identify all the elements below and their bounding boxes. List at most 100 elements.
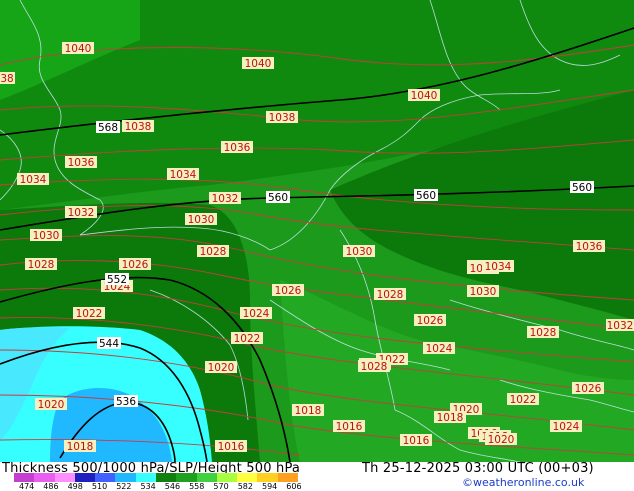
height-label: 560 — [414, 189, 438, 202]
isobar-label: 38 — [0, 72, 15, 85]
isobar-label: 1034 — [167, 168, 199, 181]
svg-text:1038: 1038 — [269, 112, 296, 124]
svg-text:536: 536 — [116, 396, 136, 408]
svg-text:1032: 1032 — [607, 320, 634, 332]
isobar-label: 1036 — [573, 240, 605, 253]
svg-text:1022: 1022 — [76, 308, 103, 320]
isobar-label: 1036 — [221, 141, 253, 154]
legend-swatch — [14, 473, 35, 482]
svg-text:1028: 1028 — [377, 289, 404, 301]
svg-text:1026: 1026 — [275, 285, 302, 297]
isobar-label: 1018 — [434, 411, 466, 424]
legend-swatch — [74, 473, 96, 482]
isobar-label: 1026 — [414, 314, 446, 327]
credit-link[interactable]: ©weatheronline.co.uk — [462, 476, 584, 489]
svg-text:1036: 1036 — [576, 241, 603, 253]
isobar-label: 1020 — [35, 398, 67, 411]
svg-text:1018: 1018 — [437, 412, 464, 424]
isobar-label: 1030 — [30, 229, 62, 242]
svg-text:1030: 1030 — [346, 246, 373, 258]
isobar-label: 1034 — [482, 260, 514, 273]
isobar-label: 1018 — [292, 404, 324, 417]
svg-text:1018: 1018 — [295, 405, 322, 417]
svg-text:1028: 1028 — [200, 246, 227, 258]
isobar-label: 1028 — [527, 326, 559, 339]
svg-text:1040: 1040 — [65, 43, 92, 55]
svg-text:1028: 1028 — [530, 327, 557, 339]
isobar-label: 1028 — [374, 288, 406, 301]
weather-map: 1040 1040 1040 38 1038 1038 1036 1036 10… — [0, 0, 634, 463]
svg-text:1034: 1034 — [20, 174, 47, 186]
height-label: 560 — [570, 181, 594, 194]
legend-swatch — [135, 473, 156, 482]
legend-swatch — [196, 473, 217, 482]
legend-swatch — [115, 473, 136, 482]
isobar-label: 1030 — [467, 285, 499, 298]
svg-text:38: 38 — [0, 73, 13, 85]
svg-text:1020: 1020 — [488, 434, 515, 446]
isobar-label: 1024 — [240, 307, 272, 320]
isobar-label: 1028 — [197, 245, 229, 258]
height-label: 560 — [266, 191, 290, 204]
color-legend — [14, 473, 298, 482]
svg-text:1024: 1024 — [426, 343, 453, 355]
svg-text:1038: 1038 — [125, 121, 152, 133]
isobar-label: 1016 — [400, 434, 432, 447]
svg-text:1020: 1020 — [38, 399, 65, 411]
height-label: 552 — [105, 273, 129, 286]
legend-swatch — [34, 473, 55, 482]
svg-text:560: 560 — [416, 190, 436, 202]
isobar-label: 1032 — [209, 192, 241, 205]
svg-text:1022: 1022 — [510, 394, 537, 406]
svg-text:1026: 1026 — [575, 383, 602, 395]
legend-swatch — [155, 473, 177, 482]
svg-text:552: 552 — [107, 274, 127, 286]
map-footer: Thickness 500/1000 hPa/SLP/Height 500 hP… — [0, 461, 634, 491]
svg-text:1032: 1032 — [212, 193, 239, 205]
svg-text:1028: 1028 — [361, 361, 388, 373]
height-label: 544 — [97, 337, 121, 350]
svg-text:1034: 1034 — [170, 169, 197, 181]
isobar-label: 1040 — [242, 57, 274, 70]
svg-text:1030: 1030 — [33, 230, 60, 242]
svg-text:1030: 1030 — [188, 214, 215, 226]
isobar-label: 1028 — [358, 360, 390, 373]
svg-text:1040: 1040 — [411, 90, 438, 102]
svg-text:1016: 1016 — [218, 441, 245, 453]
legend-swatch — [176, 473, 197, 482]
legend-swatch — [216, 473, 238, 482]
legend-swatch — [54, 473, 75, 482]
isobar-label: 1016 — [215, 440, 247, 453]
svg-text:568: 568 — [98, 122, 118, 134]
isobar-label: 1024 — [423, 342, 455, 355]
svg-text:1024: 1024 — [243, 308, 270, 320]
height-label: 536 — [114, 395, 138, 408]
svg-text:1028: 1028 — [28, 259, 55, 271]
isobar-label: 1032 — [606, 319, 634, 332]
isobar-label: 1020 — [205, 361, 237, 374]
svg-text:1018: 1018 — [67, 441, 94, 453]
svg-text:1026: 1026 — [417, 315, 444, 327]
svg-text:560: 560 — [572, 182, 592, 194]
svg-text:1022: 1022 — [234, 333, 261, 345]
svg-text:1020: 1020 — [208, 362, 235, 374]
isobar-label: 1030 — [185, 213, 217, 226]
svg-text:1016: 1016 — [403, 435, 430, 447]
isobar-label: 1020 — [485, 433, 517, 446]
svg-text:1016: 1016 — [336, 421, 363, 433]
isobar-label: 1038 — [122, 120, 154, 133]
svg-text:560: 560 — [268, 192, 288, 204]
svg-text:544: 544 — [99, 338, 119, 350]
legend-swatch — [277, 473, 298, 482]
legend-swatch — [237, 473, 258, 482]
isobar-label: 1034 — [17, 173, 49, 186]
isobar-label: 1038 — [266, 111, 298, 124]
svg-text:1036: 1036 — [68, 157, 95, 169]
svg-text:1034: 1034 — [485, 261, 512, 273]
isobar-label: 1028 — [25, 258, 57, 271]
isobar-label: 1022 — [231, 332, 263, 345]
isobar-label: 1022 — [73, 307, 105, 320]
legend-swatch — [257, 473, 278, 482]
valid-time: Th 25-12-2025 03:00 UTC (00+03) — [362, 461, 594, 476]
isobar-label: 1024 — [550, 420, 582, 433]
